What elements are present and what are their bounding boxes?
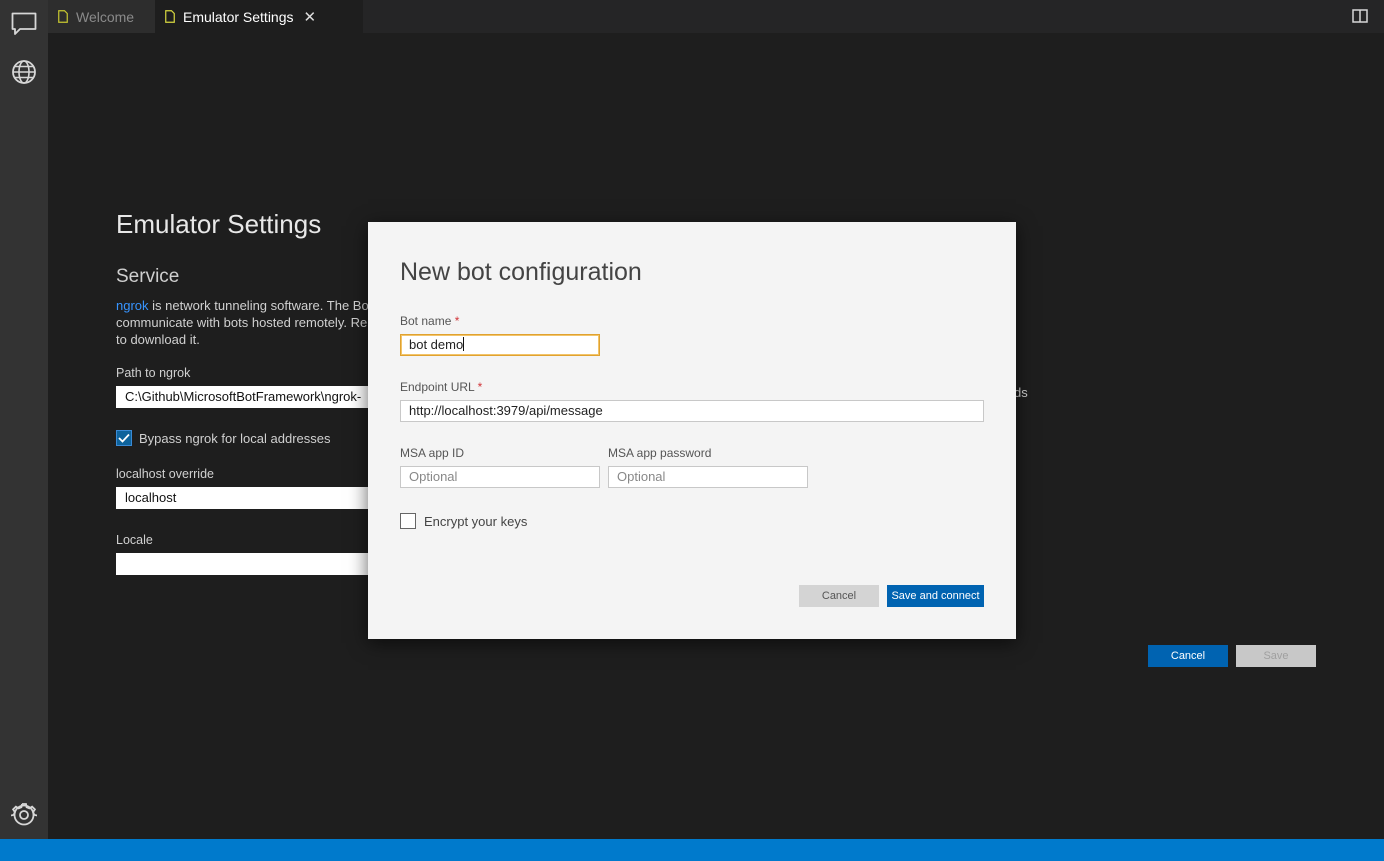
tab-welcome[interactable]: Welcome — [48, 0, 155, 33]
bypass-checkbox[interactable] — [116, 430, 132, 446]
globe-icon[interactable] — [0, 48, 48, 96]
description-fragment: ds — [1014, 385, 1028, 400]
required-mark: * — [454, 314, 460, 328]
close-icon[interactable]: ✕ — [304, 8, 317, 26]
settings-cancel-button[interactable]: Cancel — [1148, 645, 1228, 667]
description-text: is network tunneling software. The Bo — [148, 298, 369, 313]
input-value: bot demo — [409, 337, 464, 352]
new-bot-dialog: New bot configuration Bot name * bot dem… — [368, 222, 1016, 639]
description-text: communicate with bots hosted remotely. R… — [116, 315, 368, 330]
settings-save-button[interactable]: Save — [1236, 645, 1316, 667]
save-and-connect-button[interactable]: Save and connect — [887, 585, 984, 607]
ngrok-path-input[interactable]: C:\Github\MicrosoftBotFramework\ngrok- — [116, 386, 376, 408]
encrypt-label: Encrypt your keys — [424, 513, 528, 529]
label-text: Endpoint URL — [400, 380, 475, 394]
app-password-label: MSA app password — [608, 446, 712, 460]
locale-input[interactable] — [116, 553, 376, 575]
chat-icon[interactable] — [0, 0, 48, 48]
endpoint-url-input[interactable]: http://localhost:3979/api/message — [400, 400, 984, 422]
split-editor-icon[interactable] — [1352, 9, 1368, 23]
tab-label: Emulator Settings — [183, 8, 294, 25]
tab-emulator-settings[interactable]: Emulator Settings ✕ — [155, 0, 363, 33]
bypass-ngrok-row[interactable]: Bypass ngrok for local addresses — [116, 430, 330, 446]
activity-bar — [0, 0, 48, 839]
bypass-label: Bypass ngrok for local addresses — [139, 430, 331, 446]
path-label: Path to ngrok — [116, 366, 191, 380]
app-id-label: MSA app ID — [400, 446, 465, 460]
tab-label: Welcome — [76, 8, 135, 25]
gear-icon[interactable] — [0, 791, 48, 839]
ngrok-link[interactable]: ngrok — [116, 298, 149, 313]
description-text: to download it. — [116, 332, 200, 347]
check-icon — [118, 433, 130, 443]
section-title: Service — [116, 266, 180, 287]
dialog-cancel-button[interactable]: Cancel — [799, 585, 879, 607]
localhost-input[interactable]: localhost — [116, 487, 376, 509]
service-description: ngrok is network tunneling software. The… — [116, 297, 376, 348]
localhost-label: localhost override — [116, 467, 214, 481]
locale-label: Locale — [116, 533, 153, 547]
bot-name-label: Bot name * — [400, 314, 459, 328]
label-text: Bot name — [400, 314, 452, 328]
bot-name-input[interactable]: bot demo — [400, 334, 600, 356]
endpoint-label: Endpoint URL * — [400, 380, 482, 394]
dialog-title: New bot configuration — [400, 258, 642, 286]
file-icon — [165, 10, 175, 23]
status-bar — [0, 839, 1384, 861]
page-title: Emulator Settings — [116, 209, 322, 239]
tab-bar: Welcome Emulator Settings ✕ — [48, 0, 1384, 33]
app-password-input[interactable]: Optional — [608, 466, 808, 488]
app-id-input[interactable]: Optional — [400, 466, 600, 488]
encrypt-checkbox[interactable] — [400, 513, 416, 529]
file-icon — [58, 10, 68, 23]
text-caret — [463, 337, 465, 351]
encrypt-keys-row[interactable]: Encrypt your keys — [400, 513, 527, 529]
required-mark: * — [477, 380, 483, 394]
